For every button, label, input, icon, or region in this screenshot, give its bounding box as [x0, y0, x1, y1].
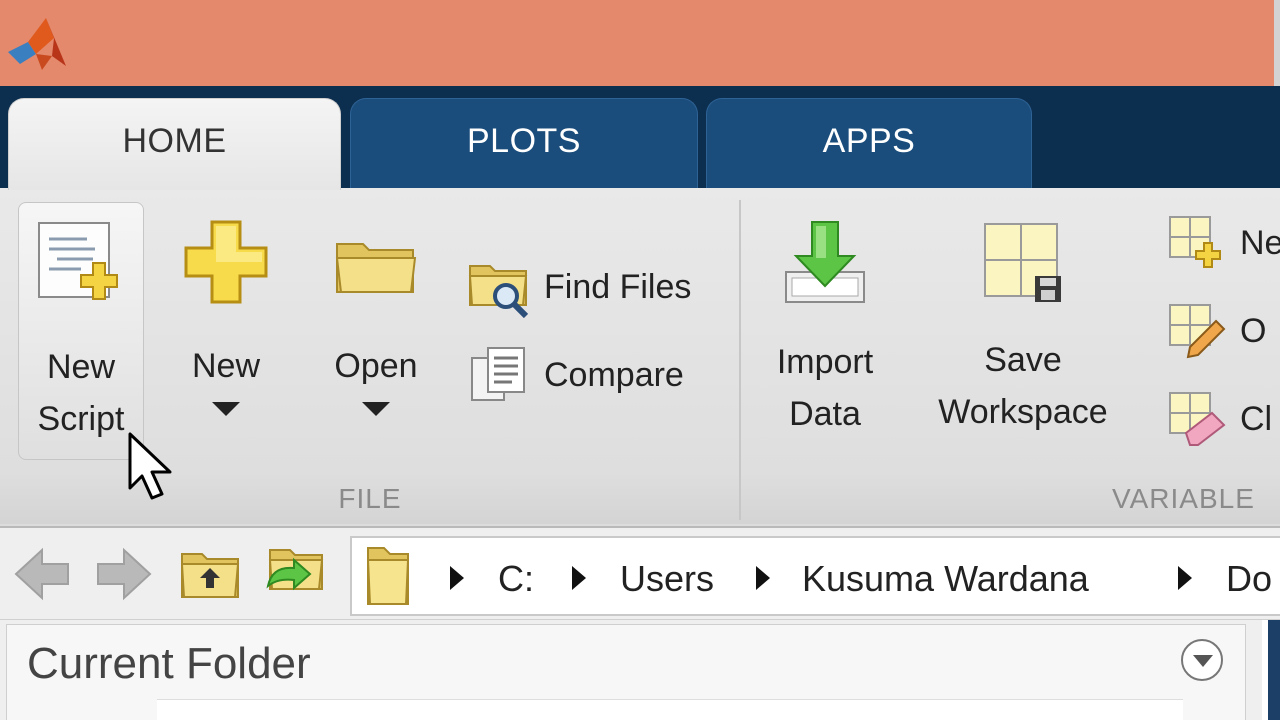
find-files-icon — [468, 265, 529, 318]
new-script-button[interactable]: New Script — [18, 202, 144, 460]
group-separator — [739, 200, 741, 520]
compare-label: Compare — [544, 355, 684, 394]
file-list[interactable] — [157, 699, 1183, 720]
tab-home[interactable]: HOME — [8, 98, 341, 190]
browse-folder-icon[interactable] — [264, 546, 326, 602]
path-input[interactable]: C: Users Kusuma Wardana Do — [350, 536, 1280, 616]
save-workspace-label: Save Workspace — [918, 334, 1128, 438]
breadcrumb-user-folder[interactable]: Kusuma Wardana — [802, 558, 1089, 600]
compare-button[interactable]: Compare — [468, 340, 684, 410]
folder-icon — [366, 547, 410, 605]
new-variable-icon — [1169, 216, 1221, 268]
current-folder-panel: Current Folder — [0, 620, 1262, 720]
address-toolbar: C: Users Kusuma Wardana Do — [0, 528, 1280, 620]
import-data-button[interactable]: Import Data — [766, 202, 884, 460]
new-variable-label: Ne — [1240, 223, 1280, 262]
chevron-down-icon — [212, 402, 240, 416]
up-folder-icon[interactable] — [180, 546, 242, 602]
open-label: Open — [334, 347, 418, 385]
current-folder-title: Current Folder — [27, 639, 311, 688]
breadcrumb-chevron-icon[interactable] — [756, 566, 770, 590]
import-data-label-line2: Data — [789, 395, 861, 433]
import-data-label: Import Data — [766, 336, 884, 440]
breadcrumb-drive[interactable]: C: — [498, 558, 534, 600]
save-workspace-label-line1: Save — [984, 341, 1062, 379]
forward-arrow-icon[interactable] — [94, 546, 154, 602]
open-variable-icon — [1169, 304, 1226, 359]
tab-apps[interactable]: APPS — [706, 98, 1032, 188]
save-workspace-label-line2: Workspace — [938, 393, 1108, 431]
clear-workspace-icon — [1169, 392, 1226, 446]
save-workspace-button[interactable]: Save Workspace — [918, 202, 1128, 460]
matlab-logo-icon — [8, 18, 66, 70]
new-script-icon — [38, 222, 118, 300]
mouse-cursor-icon — [128, 432, 172, 500]
back-arrow-icon[interactable] — [12, 546, 72, 602]
file-group-label: FILE — [338, 483, 402, 514]
new-script-label-line1: New — [46, 348, 116, 386]
import-data-label-line1: Import — [776, 343, 874, 381]
import-data-icon — [785, 221, 865, 303]
new-script-label-line2: Script — [37, 400, 125, 438]
panel-actions-icon[interactable] — [1181, 639, 1223, 681]
save-workspace-icon — [984, 223, 1061, 302]
find-files-label: Find Files — [544, 267, 692, 306]
find-files-button[interactable]: Find Files — [468, 252, 691, 322]
folder-icon — [335, 243, 417, 293]
new-label: New — [191, 347, 261, 385]
breadcrumb-chevron-icon[interactable] — [1178, 566, 1192, 590]
breadcrumb-next-folder[interactable]: Do — [1226, 558, 1272, 600]
tab-plots[interactable]: PLOTS — [350, 98, 698, 188]
window-edge — [1274, 0, 1280, 86]
right-panel-edge — [1262, 620, 1280, 720]
title-bar — [0, 0, 1280, 86]
open-dropdown-button[interactable]: Open — [318, 202, 434, 460]
breadcrumb-users[interactable]: Users — [620, 558, 714, 600]
new-dropdown-button[interactable]: New — [170, 202, 282, 460]
ribbon-tab-strip: HOME PLOTS APPS — [0, 86, 1280, 190]
current-folder-panel-frame: Current Folder — [6, 624, 1246, 720]
ribbon-home: FILE VARIABLE New Script New Open Find F… — [0, 188, 1280, 528]
clear-workspace-label: Cl — [1240, 399, 1273, 438]
open-variable-label: O — [1240, 311, 1267, 350]
new-script-label: New Script — [19, 341, 143, 445]
chevron-down-icon — [362, 402, 390, 416]
breadcrumb-chevron-icon[interactable] — [572, 566, 586, 590]
compare-icon — [471, 347, 525, 401]
open-variable-button[interactable]: O — [1166, 296, 1266, 366]
plus-icon — [184, 220, 268, 304]
variable-group-label: VARIABLE — [1112, 483, 1255, 514]
breadcrumb-chevron-icon[interactable] — [450, 566, 464, 590]
new-variable-button[interactable]: Ne — [1166, 208, 1280, 278]
clear-workspace-button[interactable]: Cl — [1166, 384, 1272, 454]
